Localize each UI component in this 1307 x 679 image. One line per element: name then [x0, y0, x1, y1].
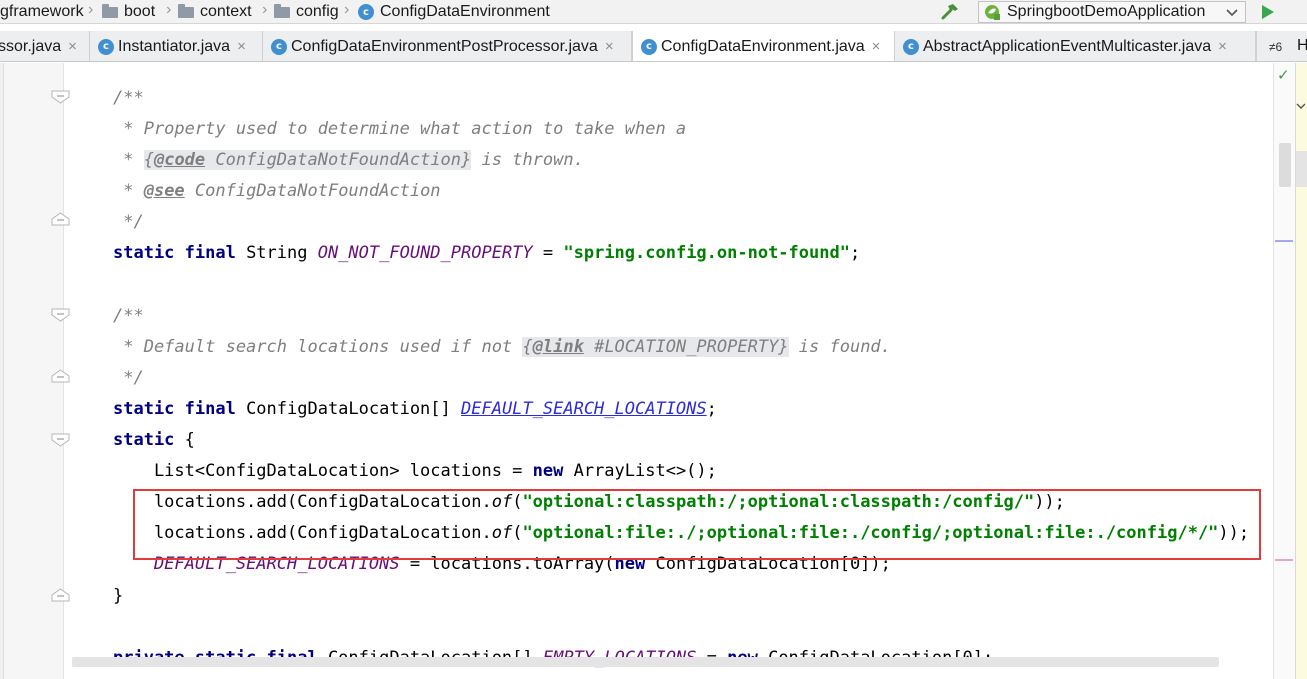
tab-label: ConfigDataEnvironment.java — [661, 37, 865, 55]
class-icon: c — [358, 4, 374, 20]
side-panel-scroll[interactable] — [1296, 151, 1307, 187]
fold-collapse-icon[interactable] — [51, 433, 70, 447]
folder-icon — [102, 3, 118, 18]
tab-configdataenvironmentpostprocessor-partial[interactable]: ssor.java × — [0, 31, 90, 61]
breadcrumb-label: ConfigDataEnvironment — [380, 3, 550, 20]
breadcrumb-item-configdataenvironment[interactable]: c ConfigDataEnvironment — [358, 2, 550, 22]
fold-end-icon[interactable] — [51, 588, 70, 602]
vertical-scrollbar-thumb[interactable] — [1279, 143, 1291, 187]
chevron-down-icon — [1226, 9, 1238, 17]
tab-abstractapplicationeventmulticaster[interactable]: c AbstractApplicationEventMulticaster.ja… — [895, 31, 1256, 61]
breadcrumb-separator: › — [88, 1, 94, 18]
tab-configdataenvironmentpostprocessor[interactable]: c ConfigDataEnvironmentPostProcessor.jav… — [263, 31, 632, 61]
breadcrumb-item-context[interactable]: context — [178, 2, 252, 22]
code-line: static final ConfigDataLocation[] DEFAUL… — [113, 398, 717, 419]
breadcrumb-separator: › — [344, 1, 350, 18]
change-marker[interactable] — [1275, 559, 1293, 561]
hammer-icon[interactable] — [940, 2, 960, 22]
right-panel-label: H — [1297, 37, 1307, 55]
code-line: /** — [113, 88, 144, 108]
code-line-highlighted: locations.add(ConfigDataLocation.of("opt… — [113, 523, 1250, 544]
code-line: * Property used to determine what action… — [113, 119, 687, 140]
close-icon[interactable]: × — [68, 38, 77, 55]
breadcrumb-separator: › — [166, 1, 172, 18]
code-line: * @see ConfigDataNotFoundAction — [113, 181, 441, 202]
folder-icon — [274, 3, 290, 18]
breadcrumb-label: context — [200, 3, 252, 20]
code-line: } — [113, 585, 124, 606]
code-editor[interactable]: /** * Property used to determine what ac… — [0, 63, 1307, 679]
code-line-highlighted: locations.add(ConfigDataLocation.of("opt… — [113, 492, 1065, 513]
breadcrumb-item-boot[interactable]: boot — [102, 2, 155, 22]
breadcrumb-label: config — [296, 3, 339, 20]
tab-label: AbstractApplicationEventMulticaster.java — [923, 37, 1212, 55]
class-icon: c — [903, 38, 919, 55]
code-line: * {@code ConfigDataNotFoundAction} is th… — [113, 150, 584, 171]
fold-collapse-icon[interactable] — [51, 90, 70, 104]
tab-label: Instantiator.java — [118, 37, 231, 55]
close-icon[interactable]: × — [605, 38, 614, 55]
fold-end-icon[interactable] — [51, 369, 70, 383]
class-icon: c — [271, 38, 287, 55]
code-area[interactable]: /** * Property used to determine what ac… — [113, 83, 1273, 674]
run-icon[interactable] — [1258, 3, 1276, 21]
navigation-bar: gframework › boot › context › config › c… — [0, 0, 1307, 24]
editor-tab-bar: ssor.java × c Instantiator.java × c Conf… — [0, 31, 1307, 62]
tab-instantiator[interactable]: c Instantiator.java × — [90, 31, 263, 61]
close-icon[interactable]: × — [872, 38, 881, 55]
code-line: /** — [113, 305, 144, 326]
breadcrumb-label: boot — [124, 3, 156, 20]
fold-end-icon[interactable] — [51, 212, 70, 226]
run-configuration-label: SpringbootDemoApplication — [1007, 3, 1206, 20]
class-icon: c — [641, 38, 657, 55]
change-marker[interactable] — [1275, 240, 1293, 242]
close-icon[interactable]: × — [237, 38, 246, 55]
tab-configdataenvironment[interactable]: c ConfigDataEnvironment.java × — [632, 31, 895, 61]
code-line: * Default search locations used if not {… — [113, 336, 891, 357]
class-icon: c — [98, 38, 114, 55]
close-icon[interactable]: × — [1218, 38, 1227, 55]
fold-collapse-icon[interactable] — [51, 308, 70, 322]
code-line: */ — [113, 367, 144, 388]
folder-icon — [178, 3, 194, 18]
tab-label: ssor.java — [0, 37, 62, 55]
run-configuration-selector[interactable]: SpringbootDemoApplication — [978, 1, 1246, 23]
code-line: */ — [113, 212, 144, 233]
breadcrumb-label: gframework — [0, 3, 84, 20]
code-line: DEFAULT_SEARCH_LOCATIONS = locations.toA… — [153, 554, 891, 575]
chevron-down-icon[interactable] — [1296, 101, 1306, 111]
inspection-ok-icon[interactable]: ✓ — [1277, 66, 1290, 84]
spring-boot-icon — [985, 5, 1000, 20]
code-line: static final String ON_NOT_FOUND_PROPERT… — [113, 243, 861, 264]
tab-overflow-button[interactable]: ≠6 — [1256, 31, 1294, 61]
breadcrumb-item-gframework[interactable]: gframework — [0, 2, 84, 22]
code-line: static { — [113, 430, 195, 451]
tab-label: ConfigDataEnvironmentPostProcessor.java — [291, 37, 598, 55]
breadcrumb-item-config[interactable]: config — [274, 2, 339, 22]
breadcrumb-separator: › — [262, 1, 268, 18]
code-line: List<ConfigDataLocation> locations = new… — [113, 461, 717, 482]
horizontal-scrollbar[interactable] — [72, 657, 1219, 667]
